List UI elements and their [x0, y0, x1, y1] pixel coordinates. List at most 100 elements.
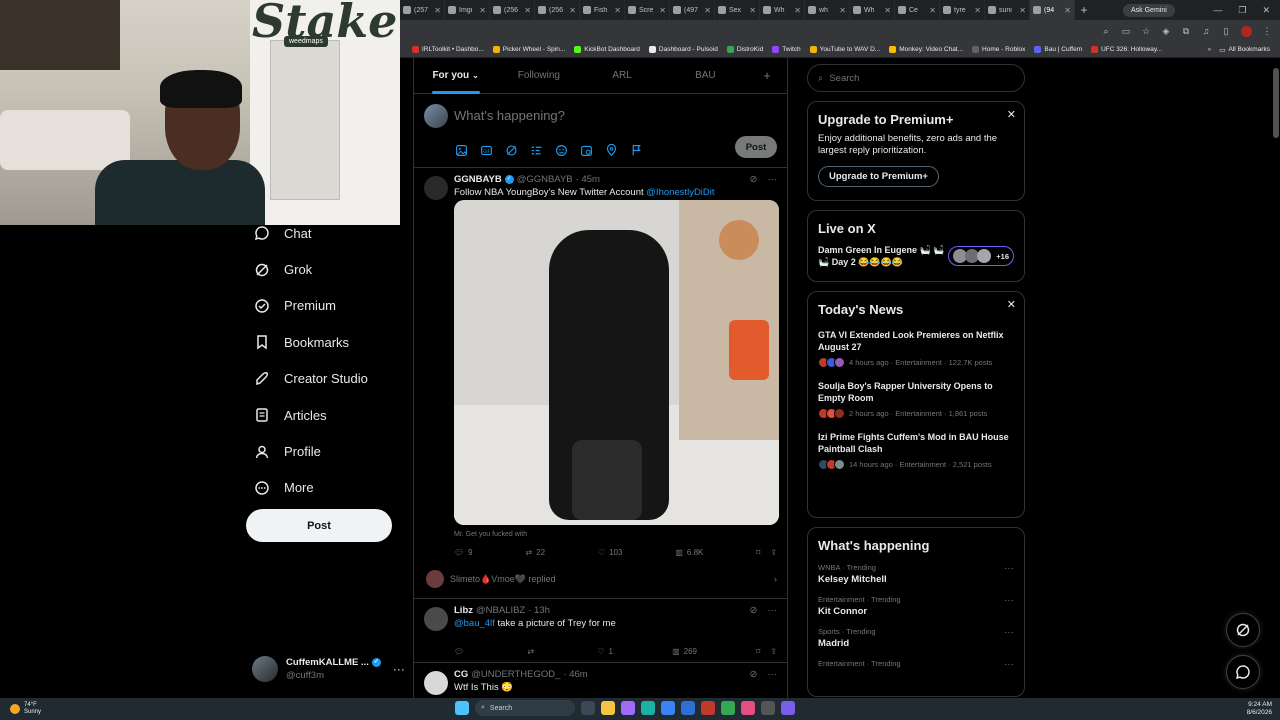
- tweet-handle[interactable]: @GGNBAYB: [517, 174, 573, 185]
- news-item[interactable]: Soulja Boy's Rapper University Opens to …: [818, 380, 1014, 419]
- file-explorer-icon[interactable]: [601, 701, 615, 715]
- views-button[interactable]: ▥ 6.8K: [675, 548, 703, 557]
- trend-item[interactable]: WNBA · Trending Kelsey Mitchell ···: [818, 563, 1014, 585]
- task-view-icon[interactable]: [581, 701, 595, 715]
- profile-avatar-icon[interactable]: [1241, 25, 1252, 37]
- edge-icon[interactable]: [641, 701, 655, 715]
- tab-following[interactable]: Following: [497, 58, 580, 94]
- compose-post-button[interactable]: Post: [735, 136, 777, 158]
- ask-gemini-button[interactable]: Ask Gemini: [1123, 3, 1175, 17]
- sidebar-item-creator-studio[interactable]: Creator Studio: [246, 361, 411, 397]
- mention-link[interactable]: @IhonestlyDiDit: [646, 187, 714, 198]
- location-icon[interactable]: [604, 143, 619, 158]
- grok-icon[interactable]: ⊘: [750, 174, 758, 185]
- close-tab-icon[interactable]: ✕: [524, 6, 531, 15]
- chrome-icon[interactable]: [721, 701, 735, 715]
- trend-item[interactable]: Sports · Trending Madrid ···: [818, 627, 1014, 649]
- close-tab-icon[interactable]: ✕: [1019, 6, 1026, 15]
- tweet-handle[interactable]: @UNDERTHEGOD_: [471, 669, 560, 680]
- tweet-avatar[interactable]: [424, 176, 448, 200]
- reply-button[interactable]: 💬︎ 9: [454, 548, 473, 557]
- browser-tab[interactable]: Sex ✕: [715, 0, 760, 20]
- like-button[interactable]: ♡ 1: [597, 647, 613, 656]
- new-tab-button[interactable]: +: [1075, 3, 1093, 17]
- post-button[interactable]: Post: [246, 509, 392, 542]
- poll-icon[interactable]: [529, 143, 544, 158]
- bookmark-button[interactable]: ⌑: [756, 647, 760, 656]
- browser-tab[interactable]: tyre ✕: [940, 0, 985, 20]
- live-stream[interactable]: Damn Green In Eugene 🛀 🛀🛀 Day 2 😂😂😂😂 +16: [818, 244, 1014, 268]
- more-options-icon[interactable]: ···: [768, 669, 778, 680]
- tweet-display-name[interactable]: Libz: [454, 605, 473, 616]
- sidebar-item-articles[interactable]: Articles: [246, 397, 411, 433]
- tweet-display-name[interactable]: GGNBAYB: [454, 174, 502, 185]
- app-icon[interactable]: [701, 701, 715, 715]
- all-bookmarks-button[interactable]: ▭ All Bookmarks: [1219, 46, 1270, 54]
- bookmark-item[interactable]: Twitch: [772, 46, 801, 53]
- views-button[interactable]: ▥ 269: [672, 647, 697, 656]
- browser-tab[interactable]: (94 ✕: [1030, 0, 1075, 20]
- close-tab-icon[interactable]: ✕: [884, 6, 891, 15]
- bookmark-item[interactable]: UFC 326: Holloway...: [1091, 46, 1162, 53]
- share-button[interactable]: ⇪: [770, 548, 777, 557]
- sidebar-item-grok[interactable]: Grok: [246, 251, 411, 287]
- tweet-time[interactable]: · 46m: [563, 669, 587, 680]
- restore-icon[interactable]: ❐: [1238, 5, 1246, 16]
- bookmark-item[interactable]: Dashboard - Pulsoid: [648, 46, 718, 53]
- gif-icon[interactable]: GIF: [479, 143, 494, 158]
- media-icon[interactable]: ♫: [1201, 26, 1211, 36]
- tweet[interactable]: GGNBAYB ✓ @GGNBAYB · 45m ⊘ ··· Follow NB…: [414, 168, 787, 599]
- grid-app-icon[interactable]: [781, 701, 795, 715]
- close-tab-icon[interactable]: ✕: [839, 6, 846, 15]
- share-button[interactable]: ⇪: [770, 647, 777, 656]
- scrollbar-thumb[interactable]: [1273, 68, 1279, 138]
- tweet-time[interactable]: · 45m: [576, 174, 600, 185]
- search-input[interactable]: [829, 72, 990, 84]
- account-switcher[interactable]: CuffemKALLME ... ✓ @cuff3m ···: [252, 654, 412, 684]
- browser-tab[interactable]: Fish ✕: [580, 0, 625, 20]
- browser-tab[interactable]: (497 ✕: [670, 0, 715, 20]
- more-options-icon[interactable]: ···: [1004, 627, 1014, 638]
- tab-arl[interactable]: ARL: [581, 58, 664, 94]
- news-item[interactable]: Izi Prime Fights Cuffem's Mod in BAU Hou…: [818, 431, 1014, 470]
- sidebar-item-chat[interactable]: Chat: [246, 215, 411, 251]
- close-tab-icon[interactable]: ✕: [569, 6, 576, 15]
- close-icon[interactable]: ✕: [1262, 5, 1270, 16]
- close-tab-icon[interactable]: ✕: [794, 6, 801, 15]
- bookmarks-more-button[interactable]: »: [1208, 46, 1212, 53]
- tweet-media-image[interactable]: [454, 200, 779, 525]
- minimize-icon[interactable]: —: [1213, 5, 1222, 16]
- close-tab-icon[interactable]: ✕: [434, 6, 441, 15]
- close-icon[interactable]: ✕: [1007, 108, 1016, 121]
- bookmark-item[interactable]: Monkey: Video Chat...: [889, 46, 963, 53]
- close-tab-icon[interactable]: ✕: [479, 6, 486, 15]
- more-options-icon[interactable]: ···: [393, 662, 405, 676]
- close-tab-icon[interactable]: ✕: [749, 6, 756, 15]
- flag-icon[interactable]: [629, 143, 644, 158]
- grok-icon[interactable]: [504, 143, 519, 158]
- add-tab-button[interactable]: +: [747, 58, 787, 94]
- tweet-display-name[interactable]: CG: [454, 669, 468, 680]
- tweet-handle[interactable]: @NBALIBZ: [476, 605, 525, 616]
- close-tab-icon[interactable]: ✕: [1064, 6, 1071, 15]
- tweet-avatar[interactable]: [424, 671, 448, 695]
- more-options-icon[interactable]: ···: [1004, 595, 1014, 606]
- browser-tab[interactable]: wh ✕: [805, 0, 850, 20]
- more-options-icon[interactable]: ···: [768, 174, 778, 185]
- browser-tab[interactable]: Wh ✕: [760, 0, 805, 20]
- zoom-icon[interactable]: ⌕: [1101, 26, 1111, 36]
- browser-tab[interactable]: Wh ✕: [850, 0, 895, 20]
- bookmark-item[interactable]: YouTube to WAV D...: [809, 46, 880, 53]
- extensions-puzzle-icon[interactable]: ⧉: [1181, 26, 1191, 36]
- bookmark-item[interactable]: KickBot Dashboard: [574, 46, 640, 53]
- close-tab-icon[interactable]: ✕: [614, 6, 621, 15]
- grok-icon[interactable]: ⊘: [750, 669, 758, 680]
- tab-for-you[interactable]: For you ⌄: [414, 58, 497, 94]
- browser-tab[interactable]: suni ✕: [985, 0, 1030, 20]
- page-scrollbar[interactable]: [1272, 58, 1280, 698]
- close-tab-icon[interactable]: ✕: [704, 6, 711, 15]
- menu-icon[interactable]: ⋮: [1262, 26, 1272, 36]
- obs-icon[interactable]: [741, 701, 755, 715]
- more-options-icon[interactable]: ···: [768, 605, 778, 616]
- more-options-icon[interactable]: ···: [1004, 659, 1014, 670]
